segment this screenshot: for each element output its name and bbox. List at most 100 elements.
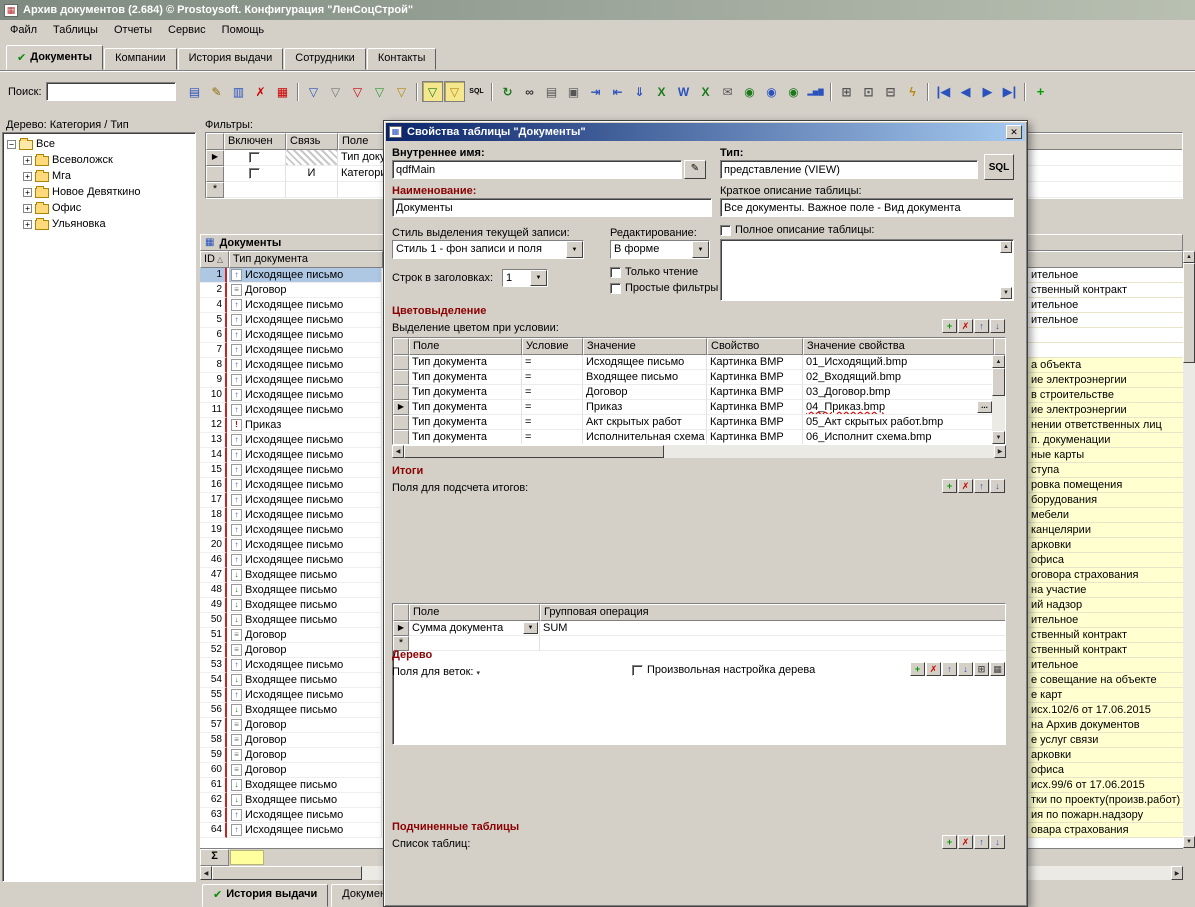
scroll-right-icon[interactable]: ▶ [994, 445, 1006, 458]
column-header[interactable]: Поле [409, 604, 540, 621]
scroll-down-icon[interactable]: ▼ [1183, 836, 1195, 848]
preview-icon[interactable]: ▣ [563, 81, 584, 102]
filter-edit-icon[interactable]: ▽ [303, 81, 324, 102]
grid-settings-icon[interactable]: ⊡ [858, 81, 879, 102]
grid-row[interactable]: ▶Тип документа=ПриказКартинка BMP04_Прик… [393, 400, 1005, 415]
tab[interactable]: Сотрудники [284, 48, 366, 70]
chart-icon[interactable]: ▂▅▇ [805, 81, 826, 102]
scroll-corner[interactable] [994, 338, 1006, 355]
expand-icon[interactable]: + [23, 204, 32, 213]
menu-item[interactable]: Помощь [214, 22, 273, 38]
add-row-icon[interactable]: + [942, 319, 957, 333]
close-icon[interactable]: ✕ [1006, 125, 1022, 139]
column-header[interactable]: Свойство [707, 338, 803, 355]
scroll-up-icon[interactable]: ▲ [1000, 241, 1012, 253]
column-header-id[interactable]: ID△ [200, 251, 229, 268]
row-selector-header[interactable] [393, 338, 409, 355]
nav-first-icon[interactable]: |◀ [933, 81, 954, 102]
expand-icon[interactable]: + [23, 220, 32, 229]
scroll-up-icon[interactable]: ▲ [1183, 251, 1195, 263]
title-bar[interactable]: ▦ Архив документов (2.684) © Prostoysoft… [0, 0, 1195, 20]
checkbox-icon[interactable] [610, 267, 621, 278]
run-action-icon[interactable]: ϟ [902, 81, 923, 102]
rows-in-header-select[interactable]: 1 ▼ [502, 269, 548, 287]
dialog-title-bar[interactable]: ▦ Свойства таблицы "Документы" ✕ [386, 123, 1025, 141]
move-up-icon[interactable]: ↑ [974, 319, 989, 333]
grid-row[interactable]: Тип документа=Исходящее письмоКартинка B… [393, 355, 1005, 370]
move-down-icon[interactable]: ↓ [958, 662, 973, 676]
expand-icon[interactable]: + [23, 156, 32, 165]
new-row[interactable]: * [393, 636, 1005, 651]
delete-row-icon[interactable]: ✗ [958, 319, 973, 333]
checkbox-icon[interactable] [720, 225, 731, 236]
add-row-icon[interactable]: + [910, 662, 925, 676]
filter-delete-icon[interactable]: ▽ [347, 81, 368, 102]
scroll-thumb[interactable] [1183, 263, 1195, 363]
tree-item[interactable]: +Новое Девяткино [3, 184, 195, 200]
tree-item[interactable]: +Всеволожск [3, 152, 195, 168]
tree-item[interactable]: +Офис [3, 200, 195, 216]
tab[interactable]: История выдачи [178, 48, 284, 70]
nav-next-icon[interactable]: ▶ [977, 81, 998, 102]
sql-button[interactable]: SQL [984, 154, 1014, 180]
scroll-right-icon[interactable]: ▶ [1171, 866, 1183, 880]
enabled-checkbox[interactable] [249, 168, 260, 179]
print-icon[interactable]: ▤ [541, 81, 562, 102]
move-up-icon[interactable]: ↑ [974, 479, 989, 493]
tree-root-item[interactable]: −Все [3, 136, 195, 152]
expand-tree-icon[interactable]: ⊞ [974, 662, 989, 676]
copy-record-icon[interactable]: ▥ [228, 81, 249, 102]
move-down-icon[interactable]: ↓ [990, 479, 1005, 493]
export-page-icon[interactable]: ⇥ [585, 81, 606, 102]
scroll-down-icon[interactable]: ▼ [1000, 287, 1012, 299]
edit-mode-select[interactable]: В форме ▼ [610, 240, 710, 259]
column-header[interactable]: Включен [224, 133, 286, 150]
column-header[interactable]: Связь [286, 133, 338, 150]
scroll-track[interactable] [992, 396, 1005, 431]
scroll-thumb[interactable] [404, 445, 664, 458]
web-report-icon[interactable]: ◉ [761, 81, 782, 102]
grid-row[interactable]: Тип документа=Входящее письмоКартинка BM… [393, 370, 1005, 385]
menu-item[interactable]: Сервис [160, 22, 214, 38]
mail-icon[interactable]: ✉ [717, 81, 738, 102]
group-settings-icon[interactable]: ⊞ [836, 81, 857, 102]
web-page-icon[interactable]: ◉ [783, 81, 804, 102]
dropdown-icon[interactable]: ▼ [530, 270, 547, 286]
nav-prev-icon[interactable]: ◀ [955, 81, 976, 102]
checkbox-icon[interactable] [632, 665, 643, 676]
scroll-track[interactable] [1183, 363, 1195, 836]
column-header-type[interactable]: Тип документа [229, 251, 383, 268]
simple-filters-checkbox[interactable]: Простые фильтры [610, 282, 718, 294]
move-down-icon[interactable]: ↓ [990, 835, 1005, 849]
refresh-icon[interactable]: ↻ [497, 81, 518, 102]
column-settings-icon[interactable]: ⊟ [880, 81, 901, 102]
tab[interactable]: ✔Документы [6, 45, 103, 70]
add-row-icon[interactable]: + [942, 479, 957, 493]
delete-row-icon[interactable]: ✗ [926, 662, 941, 676]
menu-item[interactable]: Отчеты [106, 22, 160, 38]
menu-item[interactable]: Таблицы [45, 22, 106, 38]
word-export-icon[interactable]: W [673, 81, 694, 102]
scrollbar-vertical[interactable]: ▲▼ [992, 355, 1005, 444]
short-desc-input[interactable] [720, 198, 1014, 217]
tab[interactable]: Компании [104, 48, 177, 70]
web-export-icon[interactable]: ◉ [739, 81, 760, 102]
custom-tree-checkbox[interactable]: Произвольная настройка дерева [632, 664, 815, 676]
scroll-down-icon[interactable]: ▼ [992, 431, 1005, 444]
filter-clear-icon[interactable]: ▽ [369, 81, 390, 102]
clear-table-icon[interactable]: ▦ [272, 81, 293, 102]
table-type-input[interactable] [720, 160, 978, 179]
collapse-icon[interactable]: − [7, 140, 16, 149]
tree-grid-icon[interactable]: ▦ [990, 662, 1005, 676]
column-header[interactable]: Значение [583, 338, 707, 355]
filter-mark-icon[interactable]: ▽ [391, 81, 412, 102]
grid-row[interactable]: Тип документа=ДоговорКартинка BMP03_Дого… [393, 385, 1005, 400]
filter-on-icon[interactable]: ▽ [422, 81, 443, 102]
edit-record-icon[interactable]: ✎ [206, 81, 227, 102]
scroll-left-icon[interactable]: ◀ [200, 866, 212, 880]
full-desc-textarea[interactable]: ▲ ▼ [720, 239, 1014, 301]
scroll-up-icon[interactable]: ▲ [992, 355, 1005, 368]
ellipsis-button[interactable]: ... [977, 401, 992, 413]
dropdown-icon[interactable]: ▾ [476, 670, 480, 677]
style-select[interactable]: Стиль 1 - фон записи и поля ▼ [392, 240, 584, 259]
